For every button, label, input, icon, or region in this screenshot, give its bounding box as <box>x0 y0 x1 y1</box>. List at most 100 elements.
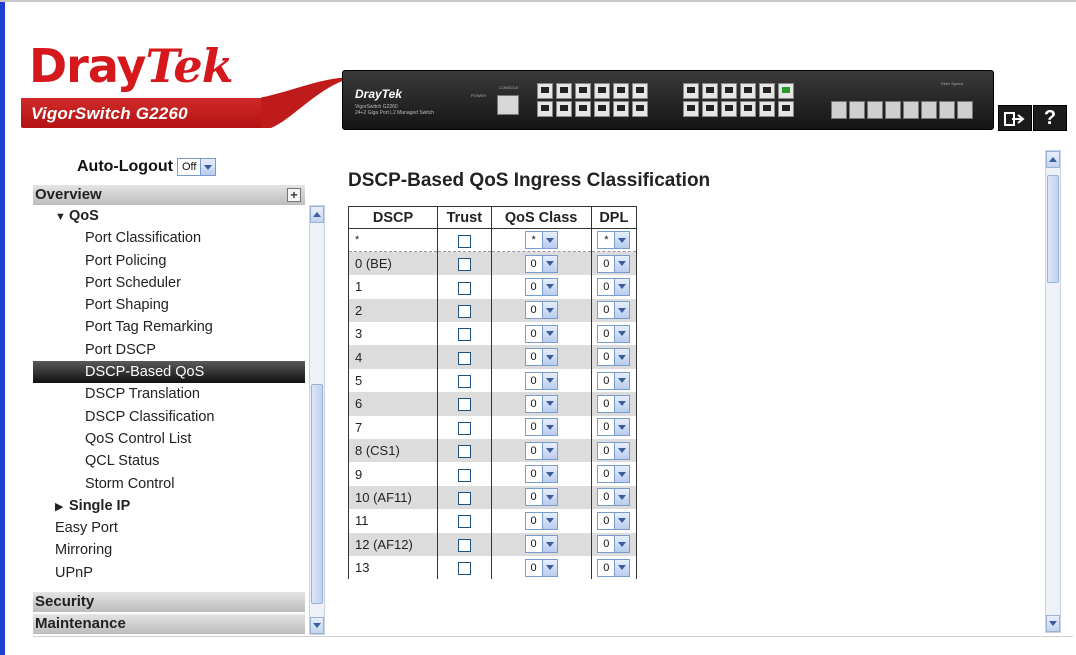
value-select[interactable]: 0 <box>524 465 558 484</box>
sfp-port[interactable] <box>867 101 883 119</box>
sidebar-item-port-scheduler[interactable]: Port Scheduler <box>33 272 305 294</box>
scroll-down-icon[interactable] <box>1046 615 1060 632</box>
auto-logout-select[interactable]: Off <box>176 158 217 176</box>
sidebar-item-qcl-status[interactable]: QCL Status <box>33 450 305 472</box>
scroll-down-icon[interactable] <box>310 617 324 634</box>
value-select[interactable]: 0 <box>524 394 558 413</box>
sfp-port[interactable] <box>831 101 847 119</box>
port[interactable] <box>594 83 610 99</box>
port[interactable] <box>537 83 553 99</box>
port[interactable] <box>613 83 629 99</box>
port[interactable] <box>702 101 718 117</box>
value-select[interactable]: 0 <box>524 277 558 296</box>
value-select[interactable]: 0 <box>597 488 631 507</box>
trust-checkbox[interactable] <box>457 398 471 412</box>
sidebar-item-dscp-based-qos[interactable]: DSCP-Based QoS <box>33 361 305 384</box>
value-select[interactable]: * <box>524 231 558 250</box>
port[interactable] <box>740 83 756 99</box>
port[interactable] <box>632 101 648 117</box>
sidebar-section-maintenance[interactable]: Maintenance <box>33 614 305 634</box>
value-select[interactable]: 0 <box>597 465 631 484</box>
value-select[interactable]: 0 <box>524 535 558 554</box>
port[interactable] <box>721 83 737 99</box>
value-select[interactable]: 0 <box>524 371 558 390</box>
value-select[interactable]: 0 <box>597 418 631 437</box>
port[interactable] <box>632 83 648 99</box>
value-select[interactable]: 0 <box>524 418 558 437</box>
trust-checkbox[interactable] <box>457 492 471 506</box>
value-select[interactable]: 0 <box>597 394 631 413</box>
sidebar-item-port-tag-remarking[interactable]: Port Tag Remarking <box>33 316 305 338</box>
trust-checkbox[interactable] <box>457 375 471 389</box>
trust-checkbox[interactable] <box>457 515 471 529</box>
port[interactable] <box>575 83 591 99</box>
sidebar-item-easy-port[interactable]: Easy Port <box>33 517 305 539</box>
sidebar-item-port-shaping[interactable]: Port Shaping <box>33 294 305 316</box>
sidebar-item-qos-control-list[interactable]: QoS Control List <box>33 428 305 450</box>
value-select[interactable]: 0 <box>524 558 558 577</box>
sidebar-item-single-ip[interactable]: ▶ Single IP <box>33 495 305 517</box>
value-select[interactable]: 0 <box>597 441 631 460</box>
trust-checkbox[interactable] <box>457 328 471 342</box>
value-select[interactable]: 0 <box>524 441 558 460</box>
port[interactable] <box>759 101 775 117</box>
sidebar-scrollbar[interactable] <box>309 205 325 635</box>
value-select[interactable]: 0 <box>524 324 558 343</box>
trust-checkbox[interactable] <box>457 538 471 552</box>
trust-checkbox[interactable] <box>457 421 471 435</box>
sidebar-item-storm-control[interactable]: Storm Control <box>33 473 305 495</box>
trust-checkbox[interactable] <box>457 304 471 318</box>
value-select[interactable]: * <box>597 231 631 250</box>
logout-button[interactable] <box>998 105 1032 131</box>
port[interactable] <box>556 101 572 117</box>
port[interactable] <box>594 101 610 117</box>
port[interactable] <box>556 83 572 99</box>
value-select[interactable]: 0 <box>524 301 558 320</box>
trust-checkbox[interactable] <box>457 281 471 295</box>
value-select[interactable]: 0 <box>597 301 631 320</box>
value-select[interactable]: 0 <box>524 488 558 507</box>
port[interactable] <box>613 101 629 117</box>
port[interactable] <box>702 83 718 99</box>
port[interactable] <box>683 101 699 117</box>
trust-checkbox[interactable] <box>457 562 471 576</box>
port[interactable] <box>575 101 591 117</box>
value-select[interactable]: 0 <box>597 371 631 390</box>
value-select[interactable]: 0 <box>524 511 558 530</box>
sfp-port[interactable] <box>903 101 919 119</box>
port-active[interactable] <box>778 83 794 99</box>
value-select[interactable]: 0 <box>597 511 631 530</box>
trust-checkbox[interactable] <box>457 468 471 482</box>
help-button[interactable]: ? <box>1033 105 1067 131</box>
scroll-thumb[interactable] <box>311 384 323 604</box>
switch-front-panel[interactable]: DrayTek VigorSwitch G2260 24+2 Giga Port… <box>342 70 994 130</box>
port[interactable] <box>721 101 737 117</box>
scroll-up-icon[interactable] <box>310 206 324 223</box>
port[interactable] <box>740 101 756 117</box>
sfp-port[interactable] <box>939 101 955 119</box>
scroll-up-icon[interactable] <box>1046 151 1060 168</box>
trust-checkbox[interactable] <box>457 258 471 272</box>
value-select[interactable]: 0 <box>597 277 631 296</box>
port[interactable] <box>778 101 794 117</box>
port[interactable] <box>683 83 699 99</box>
sidebar-item-dscp-classification[interactable]: DSCP Classification <box>33 406 305 428</box>
console-port[interactable] <box>497 95 519 115</box>
sidebar-item-mirroring[interactable]: Mirroring <box>33 539 305 561</box>
trust-checkbox[interactable] <box>457 234 471 248</box>
value-select[interactable]: 0 <box>524 348 558 367</box>
sidebar-section-security[interactable]: Security <box>33 592 305 612</box>
port[interactable] <box>759 83 775 99</box>
sidebar-item-port-classification[interactable]: Port Classification <box>33 227 305 249</box>
trust-checkbox[interactable] <box>457 351 471 365</box>
sidebar-item-upnp[interactable]: UPnP <box>33 562 305 584</box>
expand-plus-icon[interactable]: + <box>287 188 301 202</box>
value-select[interactable]: 0 <box>524 254 558 273</box>
sidebar-item-qos[interactable]: ▼ QoS <box>33 205 305 227</box>
sfp-port[interactable] <box>849 101 865 119</box>
port[interactable] <box>537 101 553 117</box>
value-select[interactable]: 0 <box>597 254 631 273</box>
sidebar-section-overview[interactable]: Overview + <box>33 185 305 205</box>
value-select[interactable]: 0 <box>597 558 631 577</box>
sidebar-item-port-policing[interactable]: Port Policing <box>33 250 305 272</box>
